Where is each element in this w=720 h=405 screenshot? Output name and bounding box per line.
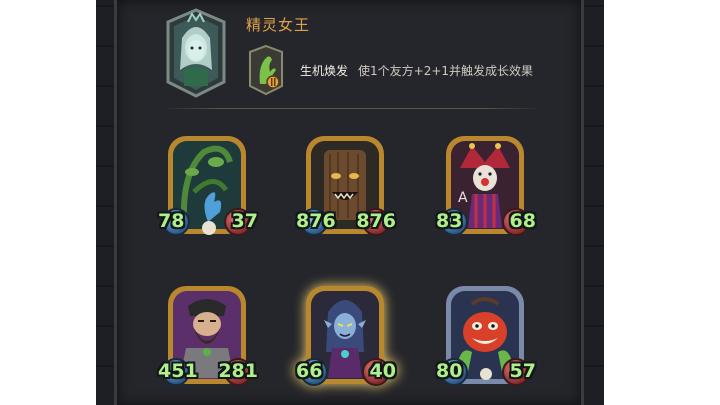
skill-name: 生机焕发 [300,64,349,78]
minion-card-red-imp[interactable]: 80 57 [436,282,536,388]
skill-description: 使1个友方+2+1并触发成长效果 [358,64,534,78]
hero-name: 精灵女王 [246,16,311,34]
skill-icon[interactable] [246,44,286,96]
health-value: 876 [356,210,396,232]
health-value: 68 [509,210,536,232]
attack-value: 876 [296,210,336,232]
minion-card-vine-sprout[interactable]: 78 37 [158,132,258,238]
attack-value: 78 [158,210,185,232]
attack-value: 451 [158,360,198,382]
health-value: 281 [218,360,258,382]
hero-portrait[interactable] [162,8,230,98]
minion-card-jester[interactable]: A 83 68 [436,132,536,238]
divider [162,108,542,109]
minion-card-treant[interactable]: 876 876 [296,132,396,238]
health-value: 40 [369,360,396,382]
attack-value: 80 [436,360,463,382]
minion-card-bearded-warrior[interactable]: 451 281 [158,282,258,388]
attack-value: 83 [436,210,463,232]
attack-value: 66 [296,360,323,382]
minion-card-dark-elf[interactable]: 66 40 [296,282,396,388]
health-value: 37 [231,210,258,232]
health-value: 57 [509,360,536,382]
svg-text:A: A [458,190,468,206]
